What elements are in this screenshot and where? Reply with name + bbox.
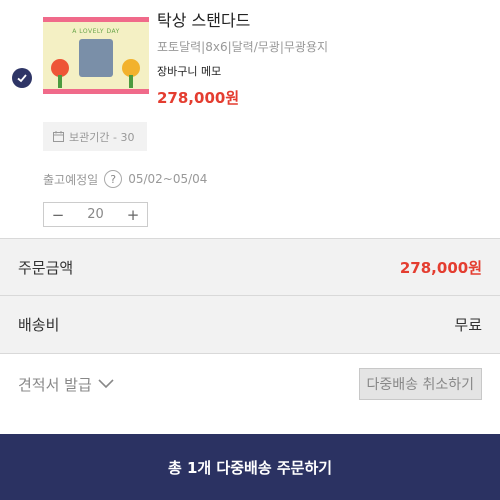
item-checkbox[interactable] [12,68,32,88]
quote-issue-toggle[interactable]: 견적서 발급 [18,374,114,395]
delivery-fee-value: 무료 [454,316,482,334]
cart-memo-link[interactable]: 장바구니 메모 [157,63,221,79]
thumbnail-photo [79,39,113,77]
product-price: 278,000원 [157,89,240,107]
delivery-fee-row: 배송비 무료 [0,296,500,354]
ship-date-row: 출고예정일 ? 05/02~05/04 [43,170,207,188]
quantity-value[interactable]: 20 [72,207,119,222]
quote-issue-label: 견적서 발급 [18,375,92,394]
storage-period-text: 보관기간 - 30 [69,130,135,144]
multi-shipping-order-button[interactable]: 총 1개 다중배송 주문하기 [0,434,500,500]
question-icon[interactable]: ? [104,170,123,188]
cancel-multi-shipping-button[interactable]: 다중배송 취소하기 [358,368,482,400]
cart-item: A LOVELY DAY 탁상 스탠다드 포토달력|8x6|달력/무광|무광용지… [0,0,500,238]
thumbnail-text: A LOVELY DAY [72,28,120,35]
product-thumbnail[interactable]: A LOVELY DAY [43,17,149,94]
product-options: 포토달력|8x6|달력/무광|무광용지 [157,40,329,54]
storage-period-badge: 보관기간 - 30 [43,122,147,151]
delivery-fee-label: 배송비 [18,316,60,334]
product-title[interactable]: 탁상 스탠다드 [157,7,250,31]
chevron-down-icon [98,379,114,389]
ship-date-label: 출고예정일 [43,172,99,187]
calendar-icon [53,131,64,142]
ship-date-range: 05/02~05/04 [128,172,208,186]
check-icon [17,74,27,83]
quantity-stepper: − 20 + [43,202,148,227]
order-amount-value: 278,000원 [399,258,482,277]
order-amount-row: 주문금액 278,000원 [0,238,500,296]
quote-row: 견적서 발급 다중배송 취소하기 [0,354,500,414]
quantity-increase-button[interactable]: + [119,206,147,224]
quantity-decrease-button[interactable]: − [44,206,72,224]
order-amount-label: 주문금액 [18,258,74,277]
